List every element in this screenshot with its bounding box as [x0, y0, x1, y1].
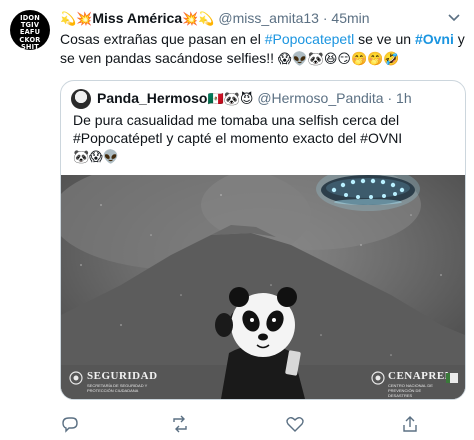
tweet-text-part: se ve un — [354, 31, 415, 47]
quoted-emojis: 🐼😱👽 — [73, 150, 119, 165]
quoted-text-content: De pura casualidad me tomaba una selfish… — [73, 112, 403, 146]
avatar-text: IDON TGIV EAFU CKOR SHIT — [19, 14, 41, 50]
like-icon[interactable] — [285, 414, 305, 434]
display-name[interactable]: Miss América — [92, 10, 182, 26]
logo-seguridad: SEGURIDAD — [87, 370, 158, 382]
retweet-icon[interactable] — [170, 414, 190, 434]
separator-dot: · — [387, 90, 393, 106]
quoted-timestamp[interactable]: 1h — [396, 90, 412, 106]
chevron-down-icon[interactable] — [446, 9, 462, 25]
logo-seguridad-subtitle: SECRETARÍA DE SEGURIDAD Y PROTECCIÓN CIU… — [87, 383, 148, 393]
share-icon[interactable] — [400, 414, 420, 434]
display-name-emoji-suffix: 💥💫 — [182, 12, 215, 27]
volcano-scene — [61, 175, 465, 399]
quoted-handle[interactable]: @Hermoso_Pandita — [257, 90, 383, 106]
tweet[interactable]: IDON TGIV EAFU CKOR SHIT 💫💥Miss América💥… — [0, 0, 474, 440]
logo-cenapred: CENAPRED — [388, 370, 448, 382]
tweet-header: 💫💥Miss América💥💫 @miss_amita13 · 45min — [60, 9, 370, 29]
display-name-emoji-prefix: 💫💥 — [60, 12, 93, 27]
flag-icon — [446, 373, 458, 383]
quoted-header: Panda_Hermoso🇲🇽🐼😈 @Hermoso_Pandita · 1h — [97, 89, 412, 109]
separator-dot: · — [322, 10, 328, 26]
timestamp[interactable]: 45min — [331, 10, 369, 26]
logo-cenapred-subtitle: CENTRO NACIONAL DE PREVENCIÓN DE DESASTR… — [388, 383, 433, 398]
avatar[interactable]: IDON TGIV EAFU CKOR SHIT — [10, 10, 50, 50]
cenapred-seal-icon — [371, 371, 385, 385]
media-image[interactable]: SEGURIDAD SECRETARÍA DE SEGURIDAD Y PROT… — [61, 175, 465, 399]
quoted-avatar[interactable] — [71, 89, 91, 109]
quoted-display-name[interactable]: Panda_Hermoso — [97, 90, 207, 106]
tweet-text: Cosas extrañas que pasan en el #Popocate… — [60, 30, 465, 69]
hashtag-link[interactable]: #Ovni — [415, 31, 454, 47]
quoted-text: De pura casualidad me tomaba una selfish… — [73, 111, 453, 167]
hashtag-link[interactable]: #Popocatepetl — [265, 31, 355, 47]
reply-icon[interactable] — [60, 414, 80, 434]
handle[interactable]: @miss_amita13 — [218, 10, 319, 26]
tweet-emojis: 😱👽🐼😆😏🤭🤭🤣 — [277, 52, 400, 67]
seal-icon — [69, 371, 83, 385]
quoted-name-emojis: 🇲🇽🐼😈 — [207, 92, 254, 107]
tweet-text-part: Cosas extrañas que pasan en el — [60, 31, 265, 47]
action-bar — [60, 414, 464, 434]
quoted-tweet[interactable]: Panda_Hermoso🇲🇽🐼😈 @Hermoso_Pandita · 1h … — [60, 80, 466, 400]
